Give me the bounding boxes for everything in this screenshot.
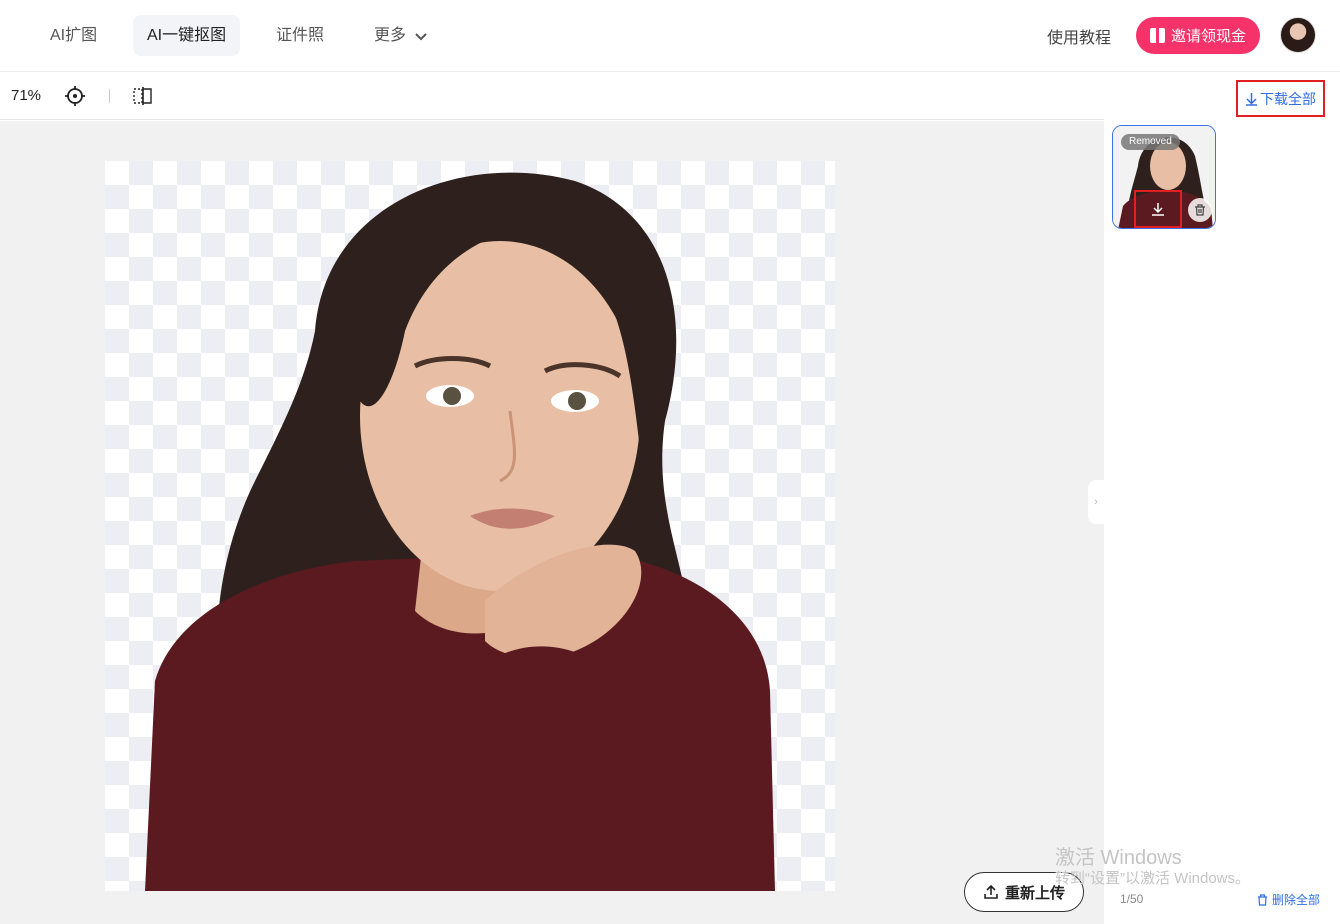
invite-label: 邀请领现金 <box>1170 28 1246 45</box>
windows-watermark-subtitle: 转到“设置”以激活 Windows。 <box>1055 870 1251 887</box>
chevron-down-icon <box>415 33 428 41</box>
cutout-image <box>105 161 835 891</box>
zoom-level[interactable]: 71% <box>11 87 41 104</box>
nav-ai-cutout[interactable]: AI一键抠图 <box>133 15 241 56</box>
canvas-toolbar: 71% <box>0 72 1104 120</box>
nav-ai-expand[interactable]: AI扩图 <box>36 15 111 56</box>
avatar[interactable] <box>1280 17 1316 53</box>
download-icon <box>1246 92 1257 106</box>
gift-icon <box>1149 28 1165 43</box>
upload-icon <box>984 884 998 899</box>
result-thumbnail[interactable]: Removed <box>1112 125 1216 229</box>
nav-id-photo[interactable]: 证件照 <box>262 15 338 56</box>
download-all-button[interactable]: 下载全部 <box>1236 80 1325 117</box>
locate-center-icon[interactable] <box>64 85 86 107</box>
thumbnail-delete-button[interactable] <box>1188 198 1212 222</box>
editor-canvas: › 重新上传 <box>0 121 1104 924</box>
thumbnail-download-button[interactable] <box>1134 190 1182 228</box>
invite-cash-button[interactable]: 邀请领现金 <box>1136 17 1260 54</box>
result-count: 1/50 <box>1120 892 1144 906</box>
download-icon <box>1152 203 1164 216</box>
toolbar-divider <box>109 89 110 103</box>
nav-more-label: 更多 <box>374 27 407 44</box>
compare-icon[interactable] <box>133 87 153 105</box>
removed-badge: Removed <box>1121 134 1180 150</box>
tutorial-link[interactable]: 使用教程 <box>1047 24 1111 48</box>
trash-icon <box>1258 893 1267 906</box>
results-panel: 下载全部 Removed 1/50 删除全部 <box>1104 72 1340 924</box>
delete-all-label: 删除全部 <box>1272 893 1321 907</box>
portrait-illustration <box>145 172 775 891</box>
top-nav: AI扩图 AI一键抠图 证件照 更多 使用教程 邀请领现金 <box>0 0 1340 72</box>
windows-watermark-title: 激活 Windows <box>1055 847 1182 869</box>
trash-icon <box>1195 204 1205 216</box>
panel-collapse-handle[interactable]: › <box>1088 480 1104 524</box>
delete-all-button[interactable]: 删除全部 <box>1257 891 1320 908</box>
nav-more[interactable]: 更多 <box>360 15 442 56</box>
download-all-label: 下载全部 <box>1260 90 1316 107</box>
